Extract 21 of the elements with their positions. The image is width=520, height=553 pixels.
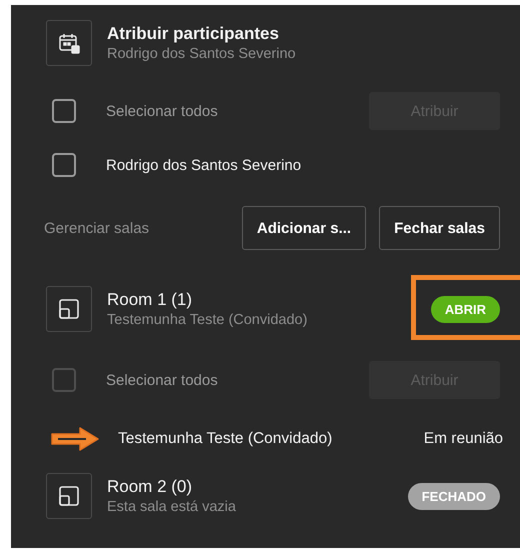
checkbox-label: Rodrigo dos Santos Severino <box>106 156 302 174</box>
calendar-icon <box>46 20 92 66</box>
checkbox[interactable] <box>52 99 76 123</box>
checkbox-label: Selecionar todos <box>106 372 218 388</box>
panel-title: Atribuir participantes <box>107 24 280 44</box>
participant-status: Em reunião <box>424 430 503 448</box>
manage-button[interactable]: Fechar salas <box>379 206 500 250</box>
participant-name: Testemunha Teste (Convidado) <box>118 430 334 448</box>
room-icon <box>46 473 92 519</box>
checkbox-label: Selecionar todos <box>106 102 218 120</box>
manage-label: Gerenciar salas <box>44 220 150 236</box>
room-name: Room 2 (0) <box>107 477 194 497</box>
room-subtitle: Esta sala está vazia <box>107 499 237 515</box>
room-subtitle: Testemunha Teste (Convidado) <box>107 312 308 328</box>
room-status[interactable]: ABRIR <box>430 296 500 322</box>
room-status[interactable]: FECHADO <box>408 482 500 510</box>
room-icon <box>46 286 92 332</box>
room-name: Room 1 (1) <box>107 290 194 310</box>
manage-button[interactable]: Adicionar s... <box>242 206 366 250</box>
checkbox[interactable] <box>52 153 76 177</box>
panel-subtitle: Rodrigo dos Santos Severino <box>107 46 296 62</box>
